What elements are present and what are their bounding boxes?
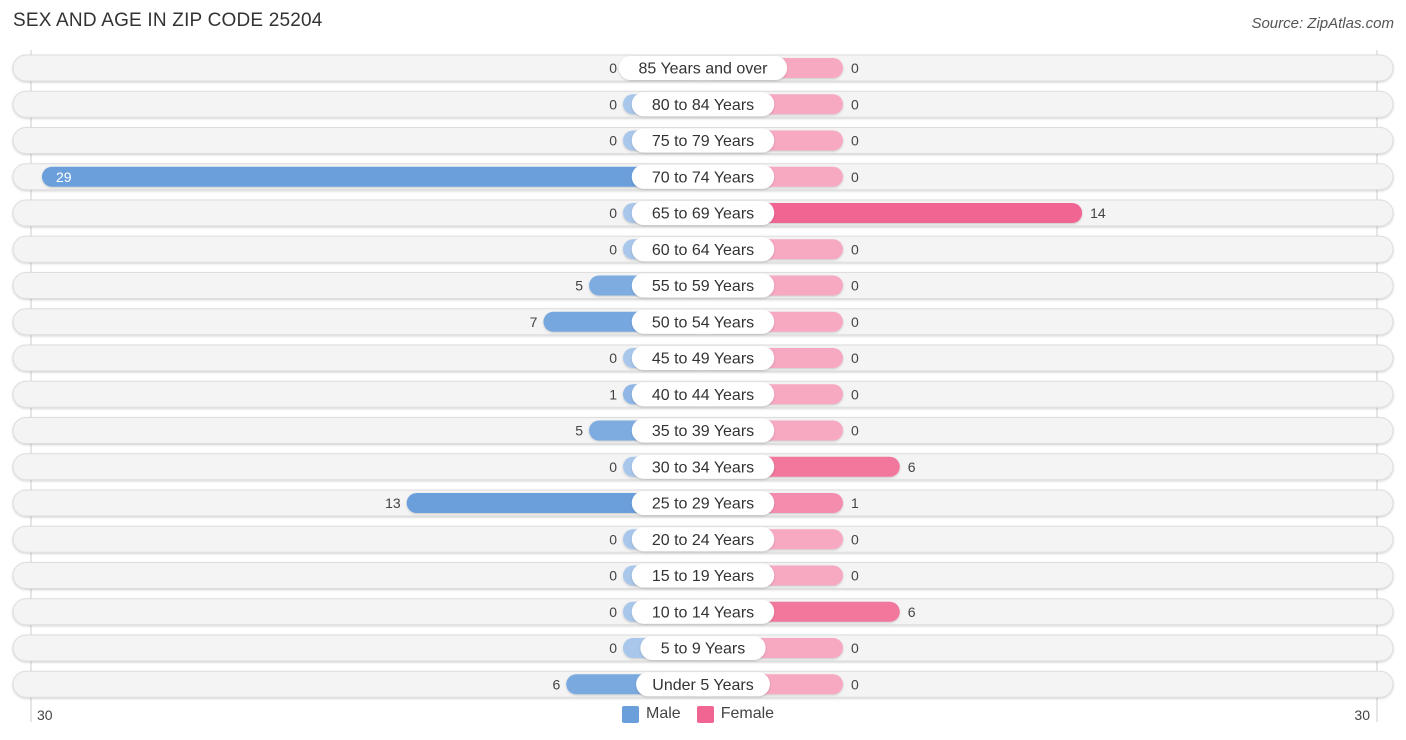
- female-value-label: 0: [851, 568, 859, 584]
- male-value-label: 0: [609, 459, 617, 475]
- legend-item-female[interactable]: Female: [696, 705, 775, 723]
- legend-item-male[interactable]: Male: [622, 705, 681, 723]
- category-label: 85 Years and over: [639, 61, 769, 78]
- legend-swatch-female: [696, 705, 714, 723]
- male-value-label: 5: [575, 423, 583, 439]
- category-label: 40 to 44 Years: [652, 387, 754, 404]
- category-label: 25 to 29 Years: [652, 496, 754, 513]
- category-label: 50 to 54 Years: [652, 314, 754, 331]
- female-value-label: 0: [851, 640, 859, 656]
- female-value-label: 6: [908, 459, 916, 475]
- category-label: 20 to 24 Years: [652, 532, 754, 549]
- female-value-label: 0: [851, 60, 859, 76]
- male-value-label: 0: [609, 531, 617, 547]
- male-bar: [42, 166, 703, 187]
- category-label: 65 to 69 Years: [652, 206, 754, 223]
- male-value-label: 7: [530, 314, 538, 330]
- female-value-label: 1: [851, 495, 859, 511]
- axis-label-left: 30: [37, 707, 53, 723]
- male-value-label: 0: [609, 96, 617, 112]
- female-value-label: 0: [851, 314, 859, 330]
- category-label: 5 to 9 Years: [661, 641, 746, 658]
- chart-area: 0 085 Years and over0 080 to 84 Years0 075 …: [12, 50, 1394, 722]
- female-value-label: 0: [851, 241, 859, 257]
- legend-label-male: Male: [646, 705, 681, 722]
- legend: Male Female: [622, 705, 790, 723]
- female-value-label: 0: [851, 133, 859, 149]
- male-value-label: 0: [609, 133, 617, 149]
- category-label: 70 to 74 Years: [652, 169, 754, 186]
- male-value-label: 0: [609, 350, 617, 366]
- category-label: 30 to 34 Years: [652, 459, 754, 476]
- category-label: 60 to 64 Years: [652, 242, 754, 259]
- legend-swatch-male: [622, 705, 639, 723]
- female-value-label: 0: [851, 676, 859, 692]
- category-label: 10 to 14 Years: [652, 604, 754, 621]
- female-value-label: 14: [1090, 205, 1106, 221]
- category-label: 35 to 39 Years: [652, 423, 754, 440]
- category-label: Under 5 Years: [652, 677, 753, 694]
- female-value-label: 6: [908, 604, 916, 620]
- male-value-label: 0: [609, 640, 617, 656]
- male-value-label: 5: [575, 278, 583, 294]
- female-value-label: 0: [851, 96, 859, 112]
- male-value-label: 6: [552, 676, 560, 692]
- female-value-label: 0: [851, 386, 859, 402]
- category-label: 55 to 59 Years: [652, 278, 754, 295]
- female-value-label: 0: [851, 169, 859, 185]
- legend-label-female: Female: [720, 705, 775, 722]
- female-value-label: 0: [851, 278, 859, 294]
- category-label: 45 to 49 Years: [652, 351, 754, 368]
- male-value-label: 0: [609, 60, 617, 76]
- male-value-label: 0: [609, 205, 617, 221]
- female-value-label: 0: [851, 423, 859, 439]
- male-value-label: 13: [385, 495, 401, 511]
- male-value-label: 0: [609, 604, 617, 620]
- female-value-label: 0: [851, 531, 859, 547]
- male-value-label: 1: [609, 386, 617, 402]
- axis-label-right: 30: [1354, 707, 1370, 723]
- male-value-label: 29: [56, 169, 72, 185]
- category-label: 15 to 19 Years: [652, 568, 754, 585]
- category-label: 75 to 79 Years: [652, 133, 754, 150]
- female-value-label: 0: [851, 350, 859, 366]
- male-value-label: 0: [609, 241, 617, 257]
- category-label: 80 to 84 Years: [652, 97, 754, 114]
- male-value-label: 0: [609, 568, 617, 584]
